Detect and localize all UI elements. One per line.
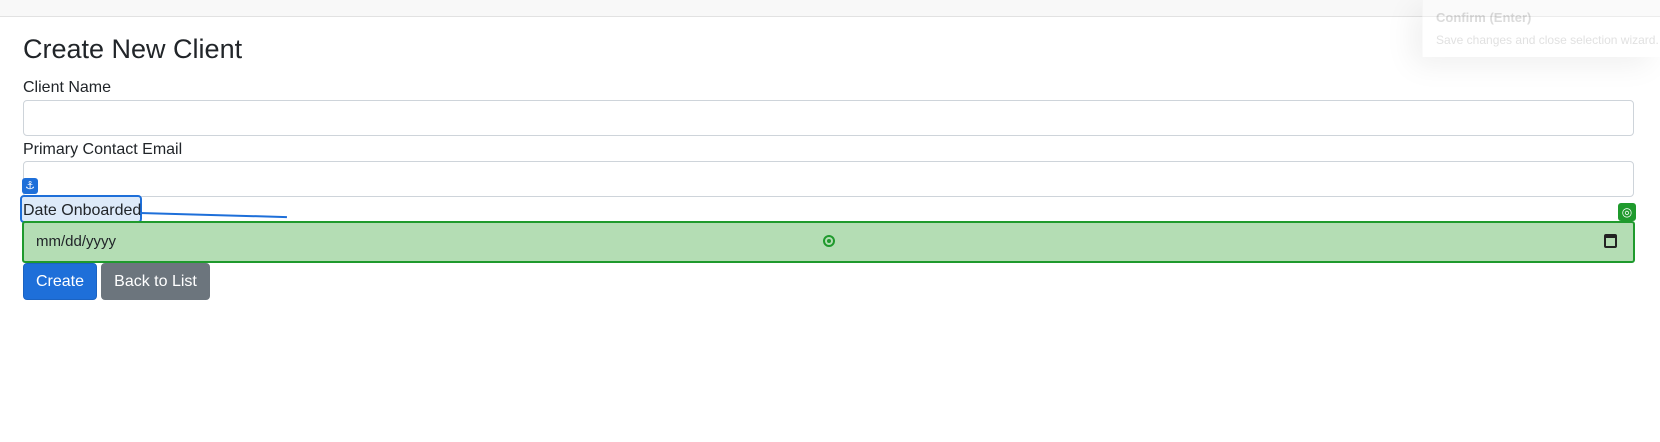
page-title: Create New Client: [23, 34, 243, 64]
crosshair-icon: [823, 235, 835, 247]
anchor-connector-line: [139, 212, 287, 219]
confirm-tooltip-description: Save changes and close selection wizard.: [1436, 33, 1659, 47]
client-name-label: Client Name: [23, 79, 112, 96]
top-nav-bar: [0, 0, 1660, 17]
confirm-tooltip-title: Confirm (Enter): [1436, 10, 1532, 25]
calendar-icon[interactable]: [1604, 234, 1617, 248]
email-label: Primary Contact Email: [23, 141, 183, 158]
client-name-input[interactable]: [23, 100, 1634, 136]
email-input[interactable]: [23, 161, 1634, 197]
anchor-icon: ⚓: [22, 178, 38, 194]
date-onboarded-label: Date Onboarded: [23, 202, 142, 219]
date-placeholder: mm/dd/yyyy: [36, 233, 117, 250]
date-onboarded-input[interactable]: mm/dd/yyyy: [22, 221, 1635, 263]
create-button[interactable]: Create: [23, 263, 97, 300]
back-to-list-button[interactable]: Back to List: [101, 263, 210, 300]
confirm-tooltip: Confirm (Enter) Save changes and close s…: [1422, 0, 1660, 57]
target-icon: ◎: [1618, 203, 1636, 221]
